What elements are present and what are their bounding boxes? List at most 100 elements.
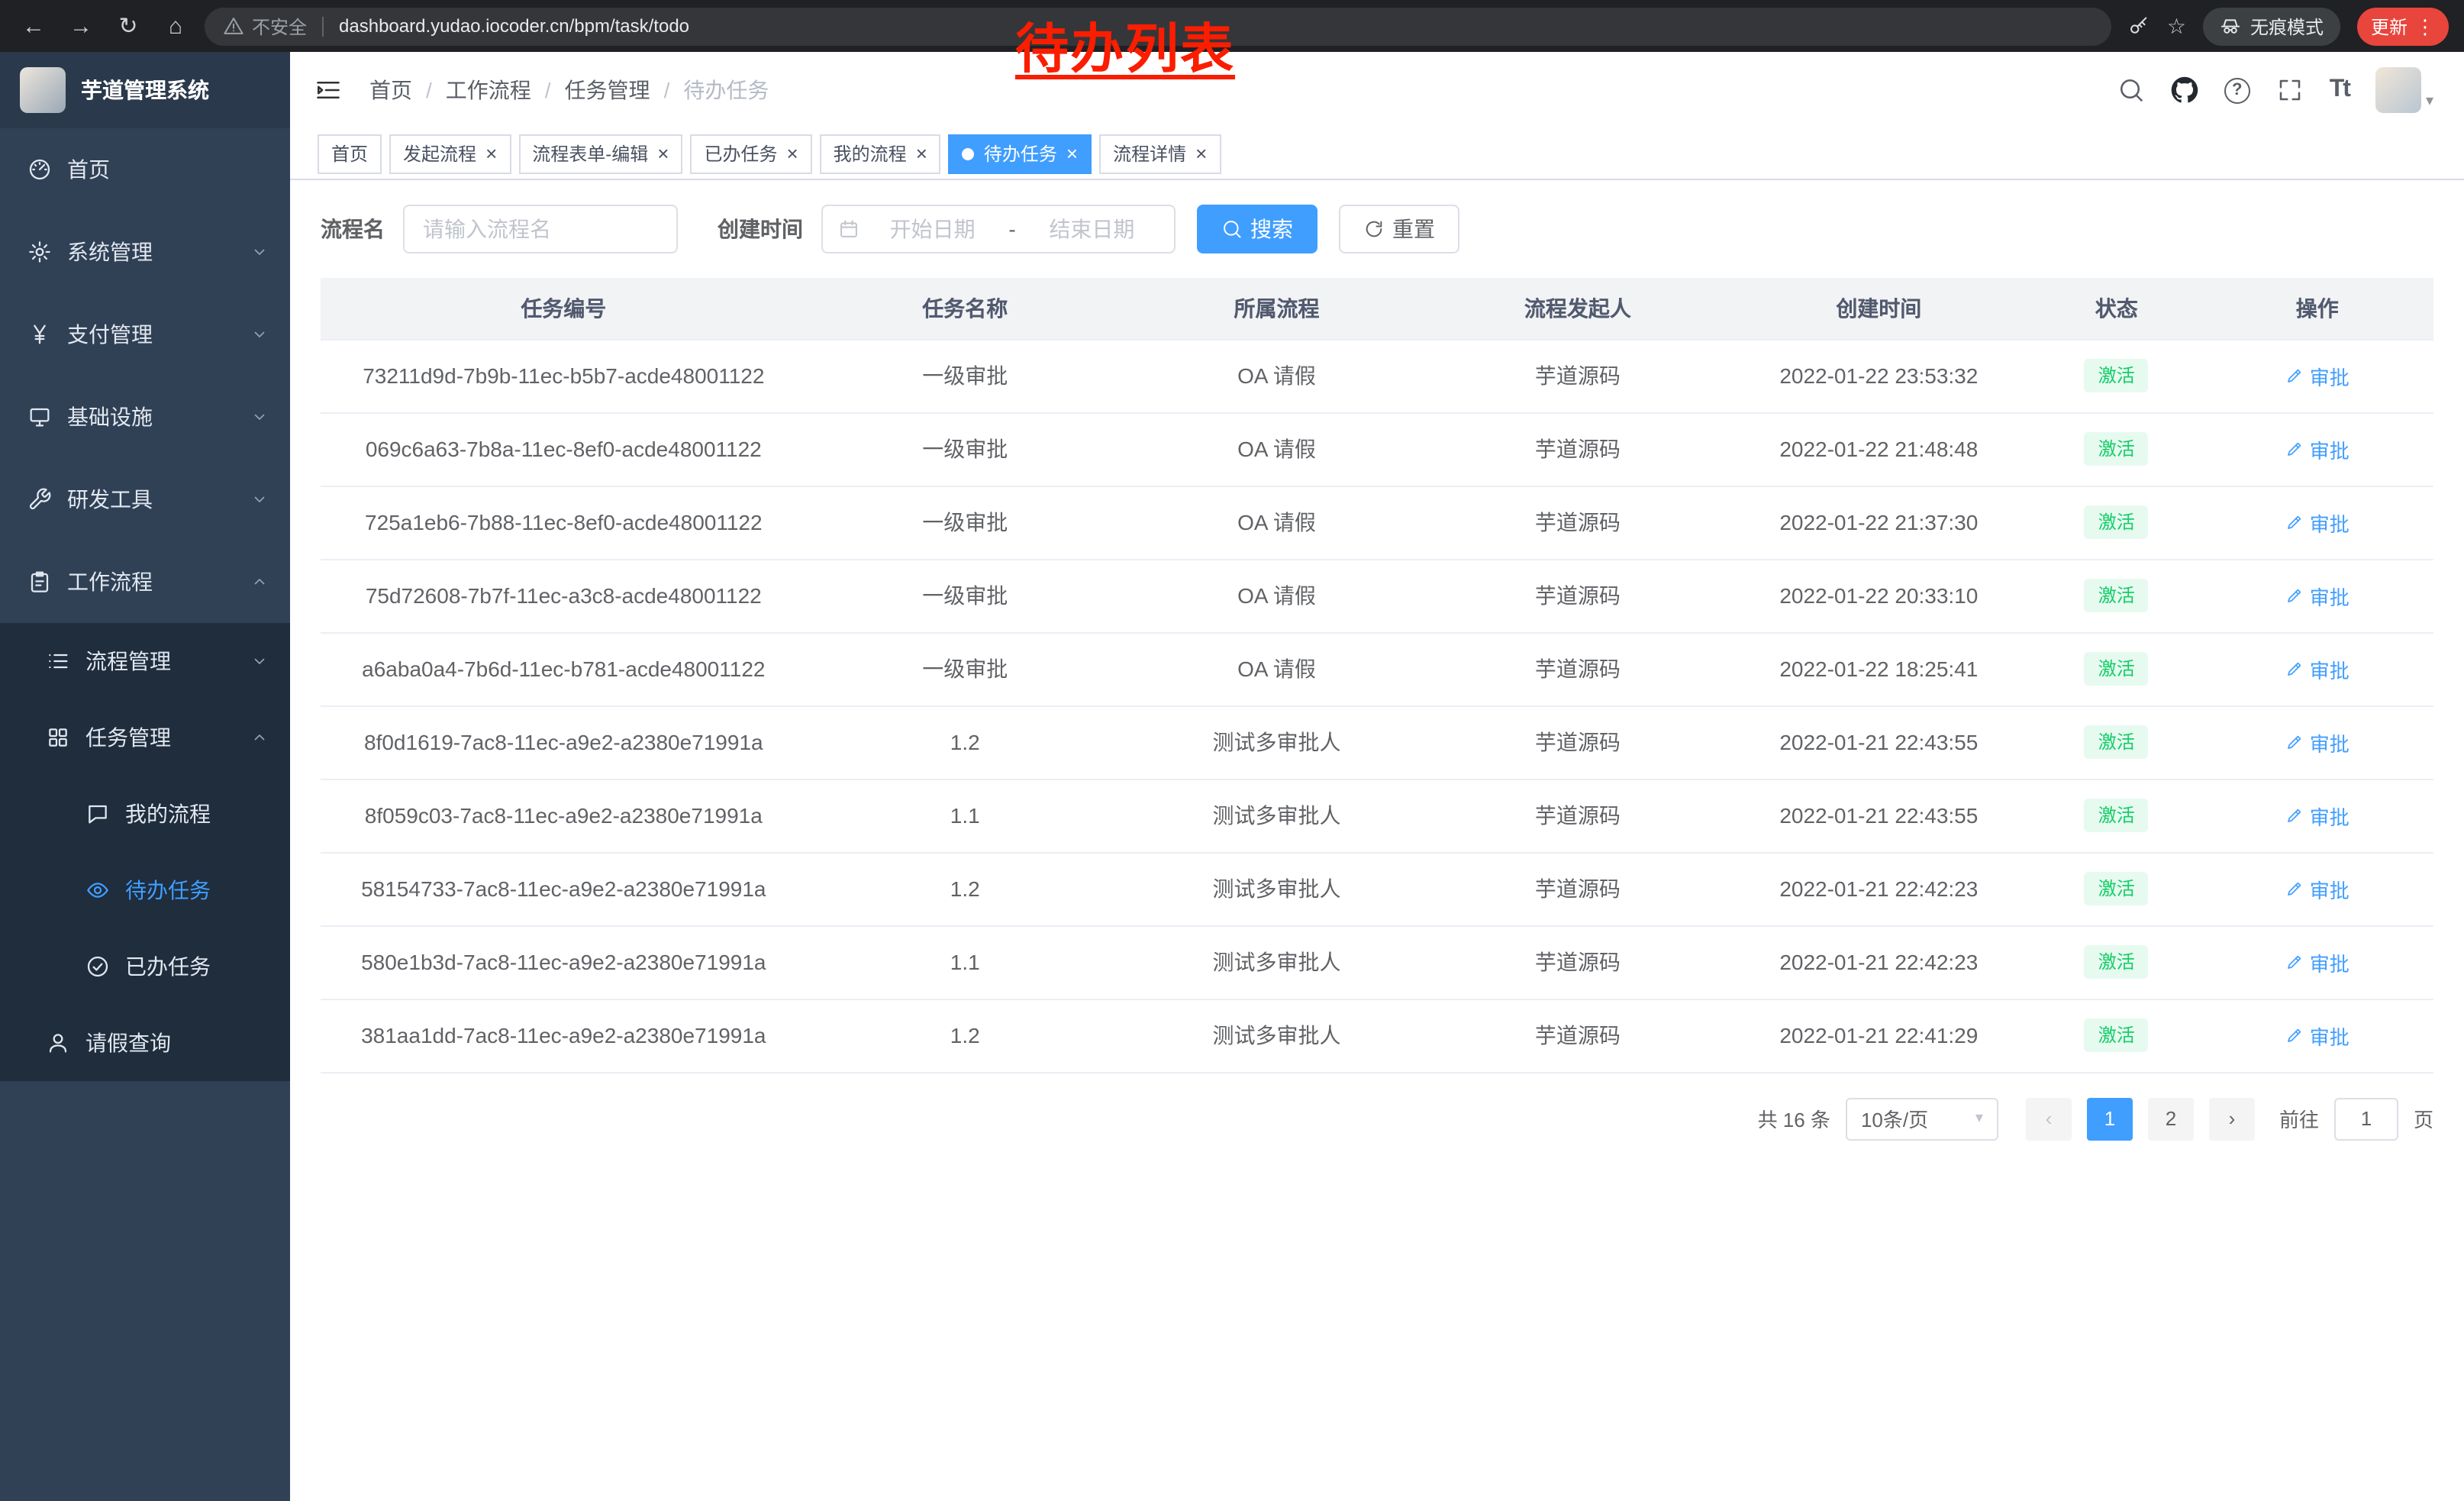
cell-task-name: 一级审批 <box>807 412 1124 486</box>
cell-task-name: 1.2 <box>807 999 1124 1072</box>
cell-actions: 审批 <box>2201 852 2433 925</box>
github-icon[interactable] <box>2171 76 2198 104</box>
date-range-picker[interactable]: 开始日期 - 结束日期 <box>821 205 1176 253</box>
status-badge: 激活 <box>2085 359 2149 392</box>
close-icon[interactable]: × <box>485 144 497 163</box>
breadcrumb-home[interactable]: 首页 <box>369 75 412 105</box>
tab-my-processes[interactable]: 我的流程× <box>820 134 941 173</box>
cell-create-time: 2022-01-21 22:43:55 <box>1726 779 2032 852</box>
cell-actions: 审批 <box>2201 705 2433 779</box>
sidebar-item-payment[interactable]: 支付管理 <box>0 293 290 376</box>
tab-process-detail[interactable]: 流程详情× <box>1099 134 1221 173</box>
cell-task-name: 一级审批 <box>807 486 1124 559</box>
sidebar-item-system[interactable]: 系统管理 <box>0 211 290 293</box>
sidebar-item-todo-tasks[interactable]: 待办任务 <box>0 852 290 928</box>
page-size-select[interactable]: 10条/页 ▾ <box>1846 1097 1998 1140</box>
sidebar-item-label: 支付管理 <box>67 319 153 350</box>
star-icon[interactable]: ☆ <box>2167 13 2186 39</box>
sidebar-item-process-mgmt[interactable]: 流程管理 <box>0 623 290 699</box>
approve-link[interactable]: 审批 <box>2285 801 2350 830</box>
approve-link[interactable]: 审批 <box>2285 728 2350 757</box>
tab-todo-tasks[interactable]: 待办任务× <box>949 134 1092 173</box>
forward-icon[interactable]: → <box>63 8 99 44</box>
status-badge: 激活 <box>2085 1018 2149 1052</box>
sidebar-item-label: 流程管理 <box>85 646 171 676</box>
next-page-button[interactable]: › <box>2209 1097 2255 1140</box>
sidebar-item-infra[interactable]: 基础设施 <box>0 376 290 458</box>
table-row: 73211d9d-7b9b-11ec-b5b7-acde48001122 一级审… <box>321 339 2433 412</box>
user-menu[interactable]: ▾ <box>2375 67 2433 113</box>
approve-link[interactable]: 审批 <box>2285 874 2350 903</box>
sidebar-item-home[interactable]: 首页 <box>0 128 290 211</box>
sidebar-item-task-mgmt[interactable]: 任务管理 <box>0 699 290 776</box>
incognito-icon <box>2220 15 2241 37</box>
address-bar[interactable]: 不安全 dashboard.yudao.iocoder.cn/bpm/task/… <box>205 7 2112 45</box>
page-button-1[interactable]: 1 <box>2087 1097 2133 1140</box>
fullscreen-icon[interactable] <box>2276 76 2304 104</box>
approve-link[interactable]: 审批 <box>2285 947 2350 976</box>
approve-link[interactable]: 审批 <box>2285 581 2350 610</box>
cell-starter: 芋道源码 <box>1430 779 1726 852</box>
reload-icon[interactable]: ↻ <box>110 8 147 44</box>
sidebar-menu: 首页 系统管理 支付管理 基础设施 <box>0 128 290 1081</box>
cell-starter: 芋道源码 <box>1430 852 1726 925</box>
col-status: 状态 <box>2032 278 2201 339</box>
sidebar-item-devtools[interactable]: 研发工具 <box>0 458 290 541</box>
update-button[interactable]: 更新 ⋮ <box>2357 7 2449 45</box>
reset-button[interactable]: 重置 <box>1339 205 1459 253</box>
caret-down-icon: ▾ <box>2426 93 2433 113</box>
approve-link[interactable]: 审批 <box>2285 654 2350 683</box>
status-badge: 激活 <box>2085 945 2149 979</box>
prev-page-button[interactable]: ‹ <box>2026 1097 2072 1140</box>
font-size-icon[interactable]: Tt <box>2330 76 2350 104</box>
cell-actions: 审批 <box>2201 999 2433 1072</box>
sidebar-item-workflow[interactable]: 工作流程 <box>0 541 290 623</box>
table-row: 381aa1dd-7ac8-11ec-a9e2-a2380e71991a 1.2… <box>321 999 2433 1072</box>
close-icon[interactable]: × <box>916 144 927 163</box>
process-name-input[interactable] <box>403 205 678 253</box>
chevron-down-icon <box>250 490 269 508</box>
page-button-2[interactable]: 2 <box>2148 1097 2194 1140</box>
approve-link[interactable]: 审批 <box>2285 1021 2350 1050</box>
cell-task-name: 一级审批 <box>807 559 1124 632</box>
search-icon[interactable] <box>2117 76 2145 104</box>
close-icon[interactable]: × <box>1066 144 1078 163</box>
status-badge: 激活 <box>2085 725 2149 759</box>
tab-done-tasks[interactable]: 已办任务× <box>690 134 811 173</box>
home-icon[interactable]: ⌂ <box>157 8 194 44</box>
col-process: 所属流程 <box>1124 278 1430 339</box>
sidebar-item-leave-query[interactable]: 请假查询 <box>0 1005 290 1081</box>
tab-initiate-process[interactable]: 发起流程× <box>389 134 511 173</box>
back-icon[interactable]: ← <box>15 8 52 44</box>
cell-process: OA 请假 <box>1124 632 1430 705</box>
sidebar-item-done-tasks[interactable]: 已办任务 <box>0 928 290 1005</box>
breadcrumb-task-mgmt[interactable]: 任务管理 <box>565 75 650 105</box>
close-icon[interactable]: × <box>657 144 669 163</box>
approve-link[interactable]: 审批 <box>2285 361 2350 390</box>
search-button[interactable]: 搜索 <box>1197 205 1317 253</box>
chevron-down-icon <box>250 243 269 261</box>
cell-task-id: 75d72608-7b7f-11ec-a3c8-acde48001122 <box>321 559 807 632</box>
sidebar-item-my-processes[interactable]: 我的流程 <box>0 776 290 852</box>
check-circle-icon <box>85 954 110 979</box>
approve-link[interactable]: 审批 <box>2285 434 2350 463</box>
help-icon[interactable]: ? <box>2224 77 2250 103</box>
cell-status: 激活 <box>2032 559 2201 632</box>
tab-form-edit[interactable]: 流程表单-编辑× <box>518 134 682 173</box>
breadcrumb-workflow[interactable]: 工作流程 <box>446 75 531 105</box>
app-header: 首页 / 工作流程 / 任务管理 / 待办任务 ? Tt ▾ <box>290 52 2464 128</box>
update-label: 更新 <box>2371 13 2408 39</box>
sidebar-toggle-icon[interactable] <box>314 76 342 104</box>
incognito-label: 无痕模式 <box>2250 13 2324 39</box>
menu-dots-icon[interactable]: ⋮ <box>2415 16 2435 36</box>
close-icon[interactable]: × <box>1195 144 1207 163</box>
tab-home[interactable]: 首页 <box>318 134 382 173</box>
workflow-submenu: 流程管理 任务管理 我的流程 待办任务 <box>0 623 290 1081</box>
create-time-label: 创建时间 <box>718 214 803 244</box>
key-icon[interactable] <box>2129 15 2150 37</box>
goto-page-input[interactable] <box>2334 1097 2398 1140</box>
close-icon[interactable]: × <box>786 144 798 163</box>
cell-process: 测试多审批人 <box>1124 779 1430 852</box>
approve-link[interactable]: 审批 <box>2285 508 2350 537</box>
pagination: 共 16 条 10条/页 ▾ ‹ 1 2 › 前往 页 <box>321 1097 2433 1177</box>
